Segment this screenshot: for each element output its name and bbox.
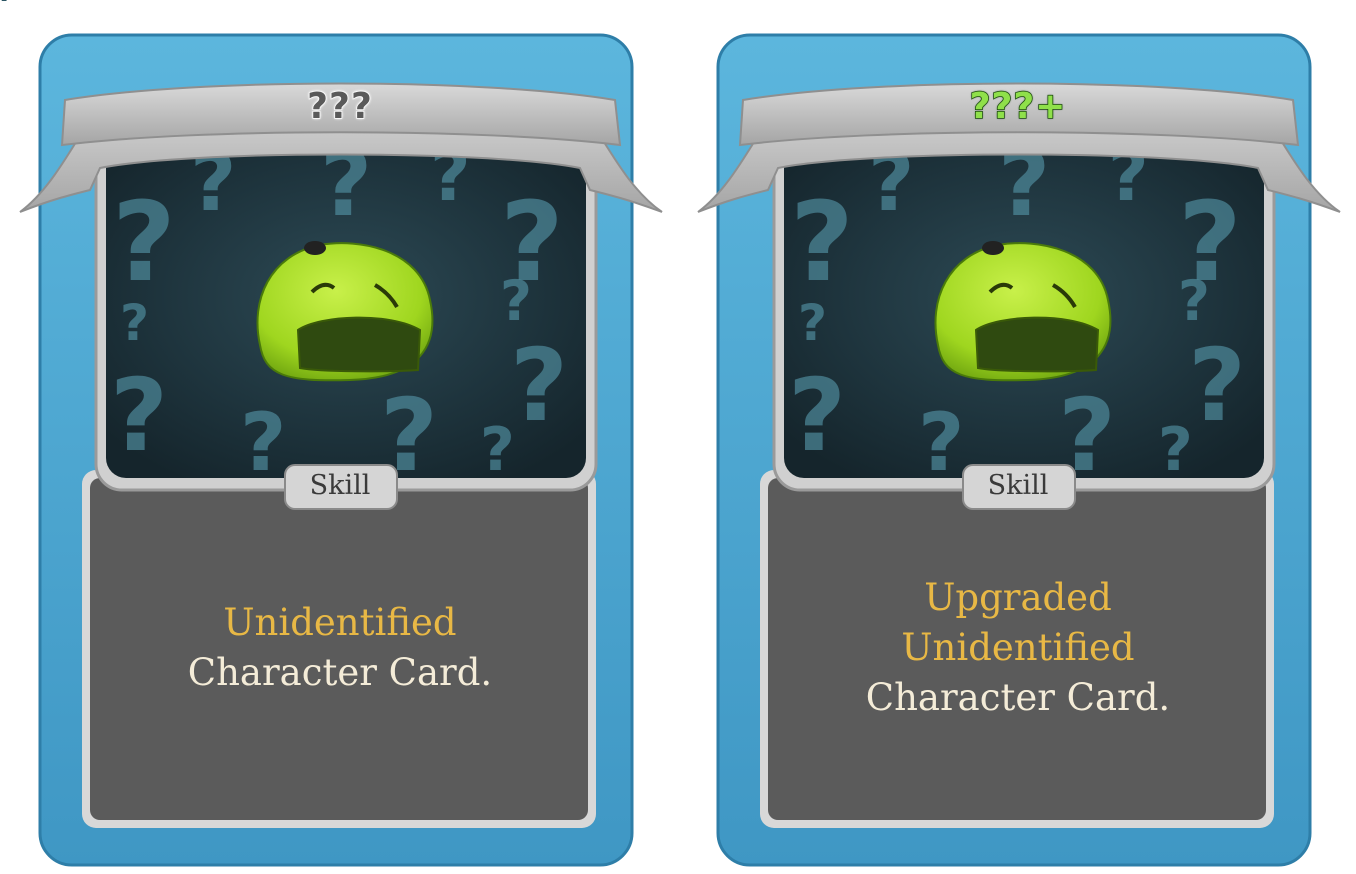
keyword-unidentified: Unidentified: [901, 626, 1135, 669]
svg-text:?: ?: [500, 269, 532, 333]
card-type: Skill: [309, 470, 371, 501]
svg-text:?: ?: [110, 357, 168, 474]
svg-text:?: ?: [798, 294, 827, 352]
card-title: ???+: [969, 85, 1067, 128]
keyword-upgraded: Upgraded: [924, 576, 1112, 619]
svg-text:?: ?: [790, 178, 854, 306]
svg-text:?: ?: [1178, 269, 1210, 333]
keyword-unidentified: Unidentified: [223, 601, 457, 644]
svg-text:?: ?: [788, 357, 846, 474]
card-title: ???: [306, 85, 373, 128]
svg-text:?: ?: [1188, 327, 1246, 444]
card-type: Skill: [987, 470, 1049, 501]
card-frame: ? ? ? ? ? ? ? ? ? ? ? ?: [0, 0, 663, 867]
svg-text:?: ?: [120, 294, 149, 352]
slime-icon: [256, 241, 434, 382]
description-text: Character Card.: [865, 676, 1171, 719]
card-description: Unidentified Character Card.: [0, 598, 680, 698]
svg-text:?: ?: [510, 327, 568, 444]
card-description: Upgraded Unidentified Character Card.: [678, 573, 1356, 723]
card-frame: ? ? ? ? ? ? ? ? ? ? ? ?: [697, 33, 1341, 867]
description-text: Character Card.: [187, 651, 493, 694]
card-unidentified-upgraded[interactable]: ? ? ? ? ? ? ? ? ? ? ? ? ???+ Skill Upgra…: [678, 0, 1356, 874]
slime-icon: [934, 241, 1112, 382]
card-unidentified[interactable]: ? ? ? ? ? ? ? ? ? ? ? ? ??? Skill Uniden: [0, 0, 680, 874]
svg-text:?: ?: [112, 178, 176, 306]
